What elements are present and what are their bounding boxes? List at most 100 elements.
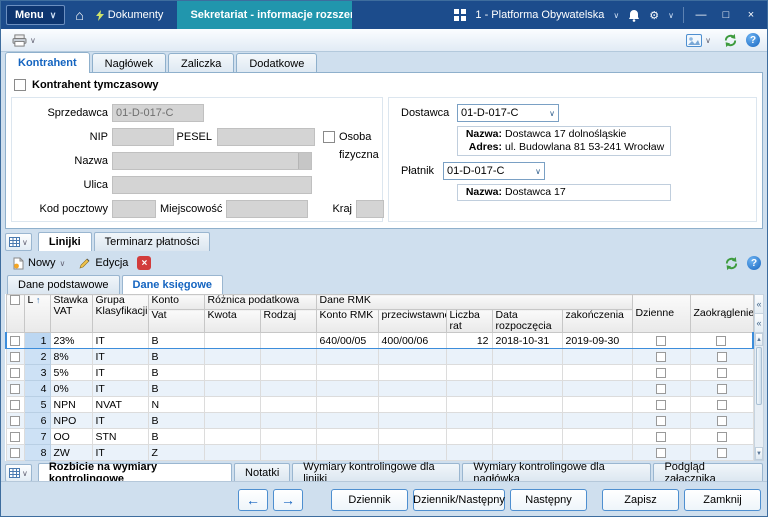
zamknij-button[interactable]: Zamknij [684,489,761,511]
dzienne-checkbox[interactable] [656,352,666,362]
ulica-field[interactable] [112,176,312,194]
nastepny-button[interactable]: Następny [510,489,587,511]
cell-data-rozpoczecia[interactable] [492,429,562,445]
nazwa-combo-button[interactable] [298,153,311,169]
cell-stawka-vat[interactable]: 8% [50,349,92,365]
zaokraglenie-checkbox[interactable] [717,384,727,394]
cell-kwota[interactable] [204,429,260,445]
tab-linijki[interactable]: Linijki [38,232,92,251]
cell-grupa-klasyfikacji[interactable]: IT [92,413,148,429]
cell-zakonczenia[interactable] [562,381,632,397]
dzienne-checkbox[interactable] [656,384,666,394]
cell-rodzaj[interactable] [260,365,316,381]
menu-button[interactable]: Menu ∨ [6,5,65,25]
dzienne-checkbox[interactable] [656,336,666,346]
zaokraglenie-checkbox[interactable] [717,400,727,410]
miejscowosc-field[interactable] [226,200,308,218]
dostawca-select[interactable]: 01-D-017-C ∨ [457,104,559,122]
cell-liczba-rat[interactable] [446,349,492,365]
dziennik-nastepny-button[interactable]: Dziennik/Następny [413,489,505,511]
dzienne-checkbox[interactable] [656,448,666,458]
row-number-cell[interactable]: 4 [24,381,50,397]
kontrahent-tymczasowy-checkbox[interactable] [14,79,26,91]
refresh-icon[interactable] [723,33,738,48]
cell-grupa-klasyfikacji[interactable]: STN [92,429,148,445]
tab-naglowek[interactable]: Nagłówek [92,53,166,73]
cell-rodzaj[interactable] [260,397,316,413]
tab-wymiary-naglowka[interactable]: Wymiary kontrolingowe dla nagłówka [462,463,651,482]
gear-icon[interactable]: ⚙ [649,9,659,22]
cell-dzienne[interactable] [632,429,690,445]
chevron-down-icon[interactable]: ∨ [613,11,619,20]
cell-liczba-rat[interactable] [446,381,492,397]
help-icon[interactable]: ? [746,33,760,47]
refresh-icon[interactable] [724,256,739,271]
cell-zaokraglenie[interactable] [690,429,753,445]
cell-zaokraglenie[interactable] [690,397,753,413]
scroll-down-icon[interactable]: ▼ [755,447,763,460]
nav-dokumenty[interactable]: Dokumenty [96,9,164,21]
row-select-cell[interactable] [6,413,24,429]
cell-zaokraglenie[interactable] [690,445,753,461]
bottom-layout-button[interactable]: ∨ [5,464,32,482]
delete-icon[interactable]: × [137,256,151,270]
cell-zakonczenia[interactable]: 2019-09-30 [562,333,632,349]
dzienne-checkbox[interactable] [656,432,666,442]
cell-dzienne[interactable] [632,413,690,429]
collapse-columns-icon[interactable]: « [755,295,763,314]
header-konto-group[interactable]: Konto [148,295,204,310]
cell-grupa-klasyfikacji[interactable]: IT [92,365,148,381]
print-button[interactable]: ∨ [8,32,40,49]
cell-zaokraglenie[interactable] [690,381,753,397]
cell-konto-rmk[interactable] [316,381,378,397]
cell-dzienne[interactable] [632,381,690,397]
apps-grid-icon[interactable] [454,9,466,21]
row-checkbox[interactable] [10,432,20,442]
cell-data-rozpoczecia[interactable]: 2018-10-31 [492,333,562,349]
row-checkbox[interactable] [10,368,20,378]
row-number-cell[interactable]: 1 [24,333,50,349]
tab-rozbicie-wymiary[interactable]: Rozbicie na wymiary kontrolingowe [38,463,232,482]
tab-notatki[interactable]: Notatki [234,463,290,482]
cell-konto-rmk[interactable] [316,397,378,413]
zaokraglenie-checkbox[interactable] [717,352,727,362]
cell-liczba-rat[interactable] [446,397,492,413]
cell-rodzaj[interactable] [260,381,316,397]
cell-data-rozpoczecia[interactable] [492,397,562,413]
cell-przeciwstawne[interactable] [378,413,446,429]
cell-dzienne[interactable] [632,349,690,365]
row-select-cell[interactable] [6,429,24,445]
header-stawka-vat[interactable]: StawkaVAT [50,295,92,333]
cell-przeciwstawne[interactable] [378,429,446,445]
cell-grupa-klasyfikacji[interactable]: IT [92,445,148,461]
row-select-cell[interactable] [6,349,24,365]
cell-zakonczenia[interactable] [562,365,632,381]
table-row[interactable]: 3 5% IT B [6,365,753,381]
cell-grupa-klasyfikacji[interactable]: IT [92,381,148,397]
cell-data-rozpoczecia[interactable] [492,365,562,381]
row-number-cell[interactable]: 5 [24,397,50,413]
cell-kwota[interactable] [204,397,260,413]
cell-liczba-rat[interactable]: 12 [446,333,492,349]
cell-zaokraglenie[interactable] [690,333,753,349]
cell-data-rozpoczecia[interactable] [492,413,562,429]
cell-rodzaj[interactable] [260,413,316,429]
table-row[interactable]: 8 ZW IT Z [6,445,753,461]
header-konto-vat[interactable]: Vat [148,310,204,333]
dzienne-checkbox[interactable] [656,416,666,426]
dzienne-checkbox[interactable] [656,368,666,378]
table-row[interactable]: 5 NPN NVAT N [6,397,753,413]
header-grupa-klasyfikacji[interactable]: GrupaKlasyfikacji [92,295,148,333]
header-l[interactable]: L ↑ [24,295,50,333]
header-dzienne[interactable]: Dzienne [632,295,690,333]
row-checkbox[interactable] [10,448,20,458]
nazwa-field[interactable] [112,152,312,170]
cell-stawka-vat[interactable]: 0% [50,381,92,397]
row-checkbox[interactable] [10,384,20,394]
cell-rodzaj[interactable] [260,349,316,365]
cell-stawka-vat[interactable]: NPN [50,397,92,413]
new-button[interactable]: Nowy ∨ [7,255,70,272]
scrollbar-track[interactable] [755,346,763,447]
osoba-fizyczna-checkbox[interactable] [323,131,335,143]
cell-rodzaj[interactable] [260,429,316,445]
